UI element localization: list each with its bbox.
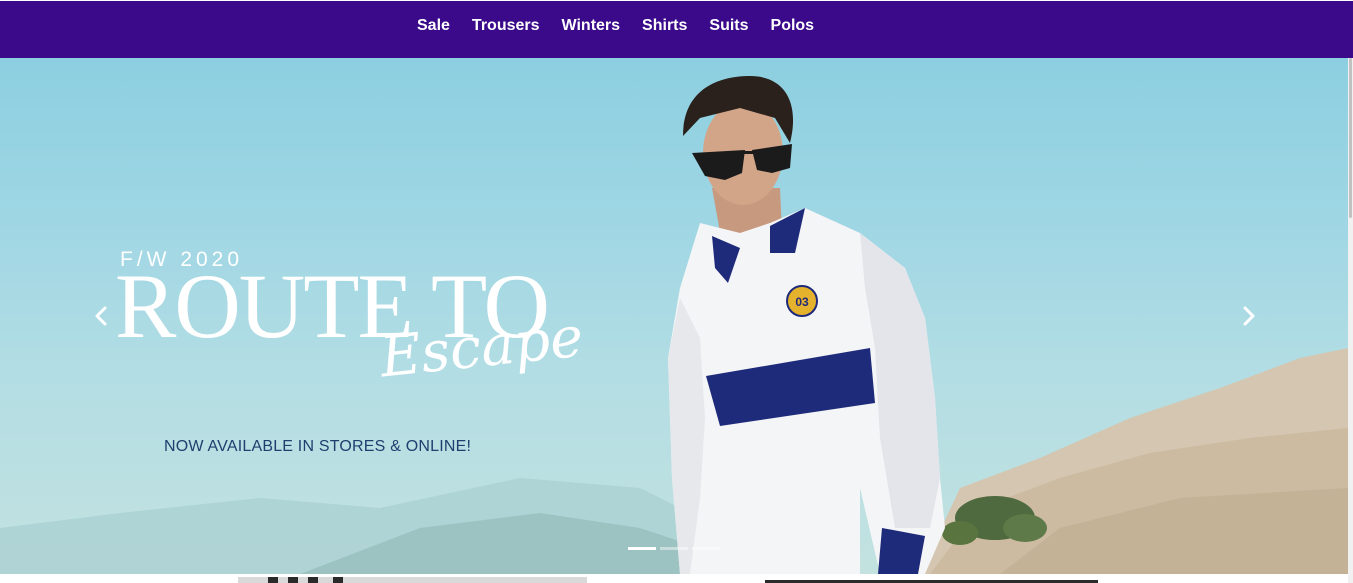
nav-item-suits[interactable]: Suits (698, 16, 759, 36)
nav-item-polos[interactable]: Polos (760, 16, 826, 36)
hero-subline: NOW AVAILABLE IN STORES & ONLINE! (164, 438, 472, 455)
polo-badge-text: 03 (795, 295, 809, 309)
slider-prev-button[interactable] (90, 303, 114, 329)
hero-slider[interactable]: 03 F/W 2020 ROUTE TO Escape NOW AVAILABL… (0, 58, 1348, 574)
scrollbar-thumb[interactable] (1349, 58, 1352, 218)
vertical-scrollbar[interactable] (1348, 58, 1353, 583)
main-nav: Sale Trousers Winters Shirts Suits Polos (0, 0, 1353, 58)
chevron-right-icon (1243, 306, 1255, 326)
nav-item-shirts[interactable]: Shirts (631, 16, 698, 36)
slider-indicators (628, 547, 720, 550)
page: Sale Trousers Winters Shirts Suits Polos (0, 0, 1353, 583)
nav-item-winters[interactable]: Winters (551, 16, 632, 36)
slider-indicator[interactable] (692, 547, 720, 550)
product-thumbnail[interactable] (238, 577, 587, 583)
chevron-left-icon (95, 306, 107, 326)
slider-next-button[interactable] (1236, 303, 1260, 329)
slider-indicator[interactable] (628, 547, 656, 550)
slider-indicator[interactable] (660, 547, 688, 550)
nav-item-trousers[interactable]: Trousers (461, 16, 551, 36)
nav-item-sale[interactable]: Sale (406, 16, 461, 36)
nav-menu: Sale Trousers Winters Shirts Suits Polos (406, 16, 825, 36)
